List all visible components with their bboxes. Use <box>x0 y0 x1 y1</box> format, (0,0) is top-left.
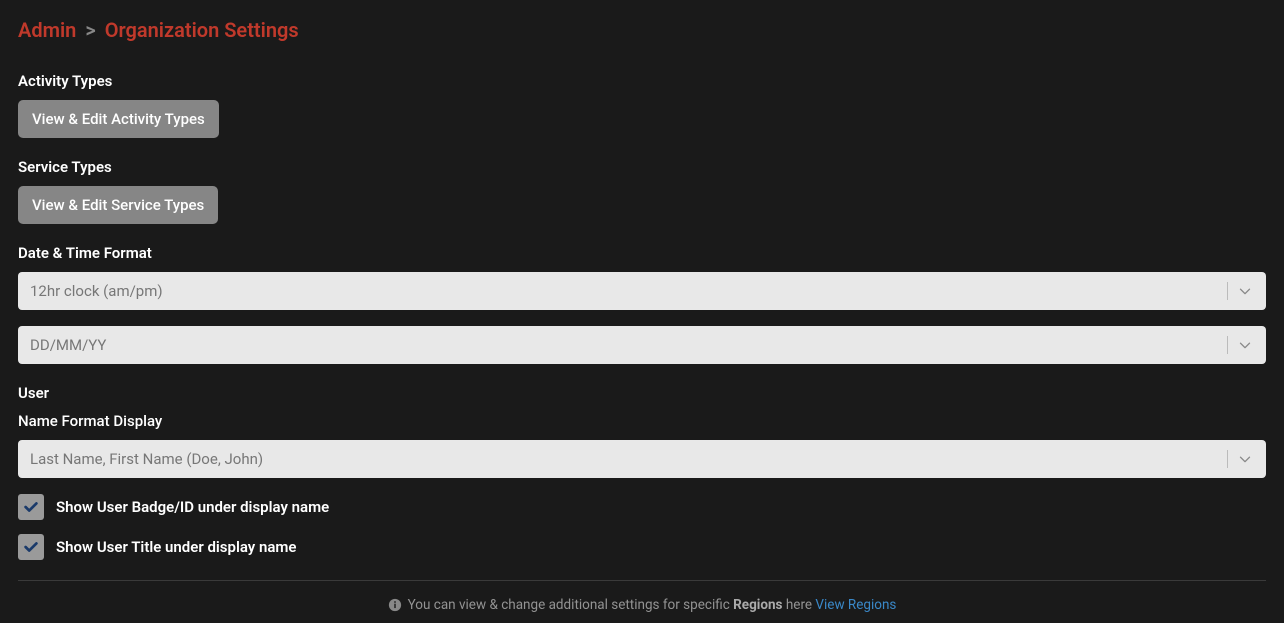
breadcrumb-admin-link[interactable]: Admin <box>18 18 76 42</box>
activity-types-label: Activity Types <box>18 72 1266 90</box>
date-format-select[interactable]: DD/MM/YY <box>18 326 1266 364</box>
date-format-value: DD/MM/YY <box>30 336 106 354</box>
view-edit-activity-types-button[interactable]: View & Edit Activity Types <box>18 100 219 138</box>
datetime-format-label: Date & Time Format <box>18 244 1266 262</box>
show-badge-checkbox[interactable] <box>18 494 44 520</box>
breadcrumb-current: Organization Settings <box>105 18 299 42</box>
section-user: User Name Format Display Last Name, Firs… <box>18 384 1266 560</box>
name-format-value: Last Name, First Name (Doe, John) <box>30 450 263 468</box>
chevron-down-icon <box>1227 450 1254 468</box>
info-icon <box>388 598 402 612</box>
section-service-types: Service Types View & Edit Service Types <box>18 158 1266 224</box>
footer-note: You can view & change additional setting… <box>18 597 1266 613</box>
show-badge-row: Show User Badge/ID under display name <box>18 494 1266 520</box>
name-format-display-label: Name Format Display <box>18 412 1266 430</box>
show-title-row: Show User Title under display name <box>18 534 1266 560</box>
time-format-select[interactable]: 12hr clock (am/pm) <box>18 272 1266 310</box>
show-title-label: Show User Title under display name <box>56 538 297 556</box>
check-icon <box>22 498 40 516</box>
time-format-value: 12hr clock (am/pm) <box>30 282 163 300</box>
breadcrumb: Admin > Organization Settings <box>18 18 1266 42</box>
name-format-select[interactable]: Last Name, First Name (Doe, John) <box>18 440 1266 478</box>
show-title-checkbox[interactable] <box>18 534 44 560</box>
service-types-label: Service Types <box>18 158 1266 176</box>
section-activity-types: Activity Types View & Edit Activity Type… <box>18 72 1266 138</box>
user-label: User <box>18 384 1266 402</box>
check-icon <box>22 538 40 556</box>
breadcrumb-separator: > <box>85 18 95 42</box>
footer-text: You can view & change additional setting… <box>408 597 897 613</box>
view-edit-service-types-button[interactable]: View & Edit Service Types <box>18 186 218 224</box>
section-datetime-format: Date & Time Format 12hr clock (am/pm) DD… <box>18 244 1266 364</box>
chevron-down-icon <box>1227 336 1254 354</box>
view-regions-link[interactable]: View Regions <box>815 597 896 613</box>
chevron-down-icon <box>1227 282 1254 300</box>
show-badge-label: Show User Badge/ID under display name <box>56 498 329 516</box>
divider <box>18 580 1266 581</box>
